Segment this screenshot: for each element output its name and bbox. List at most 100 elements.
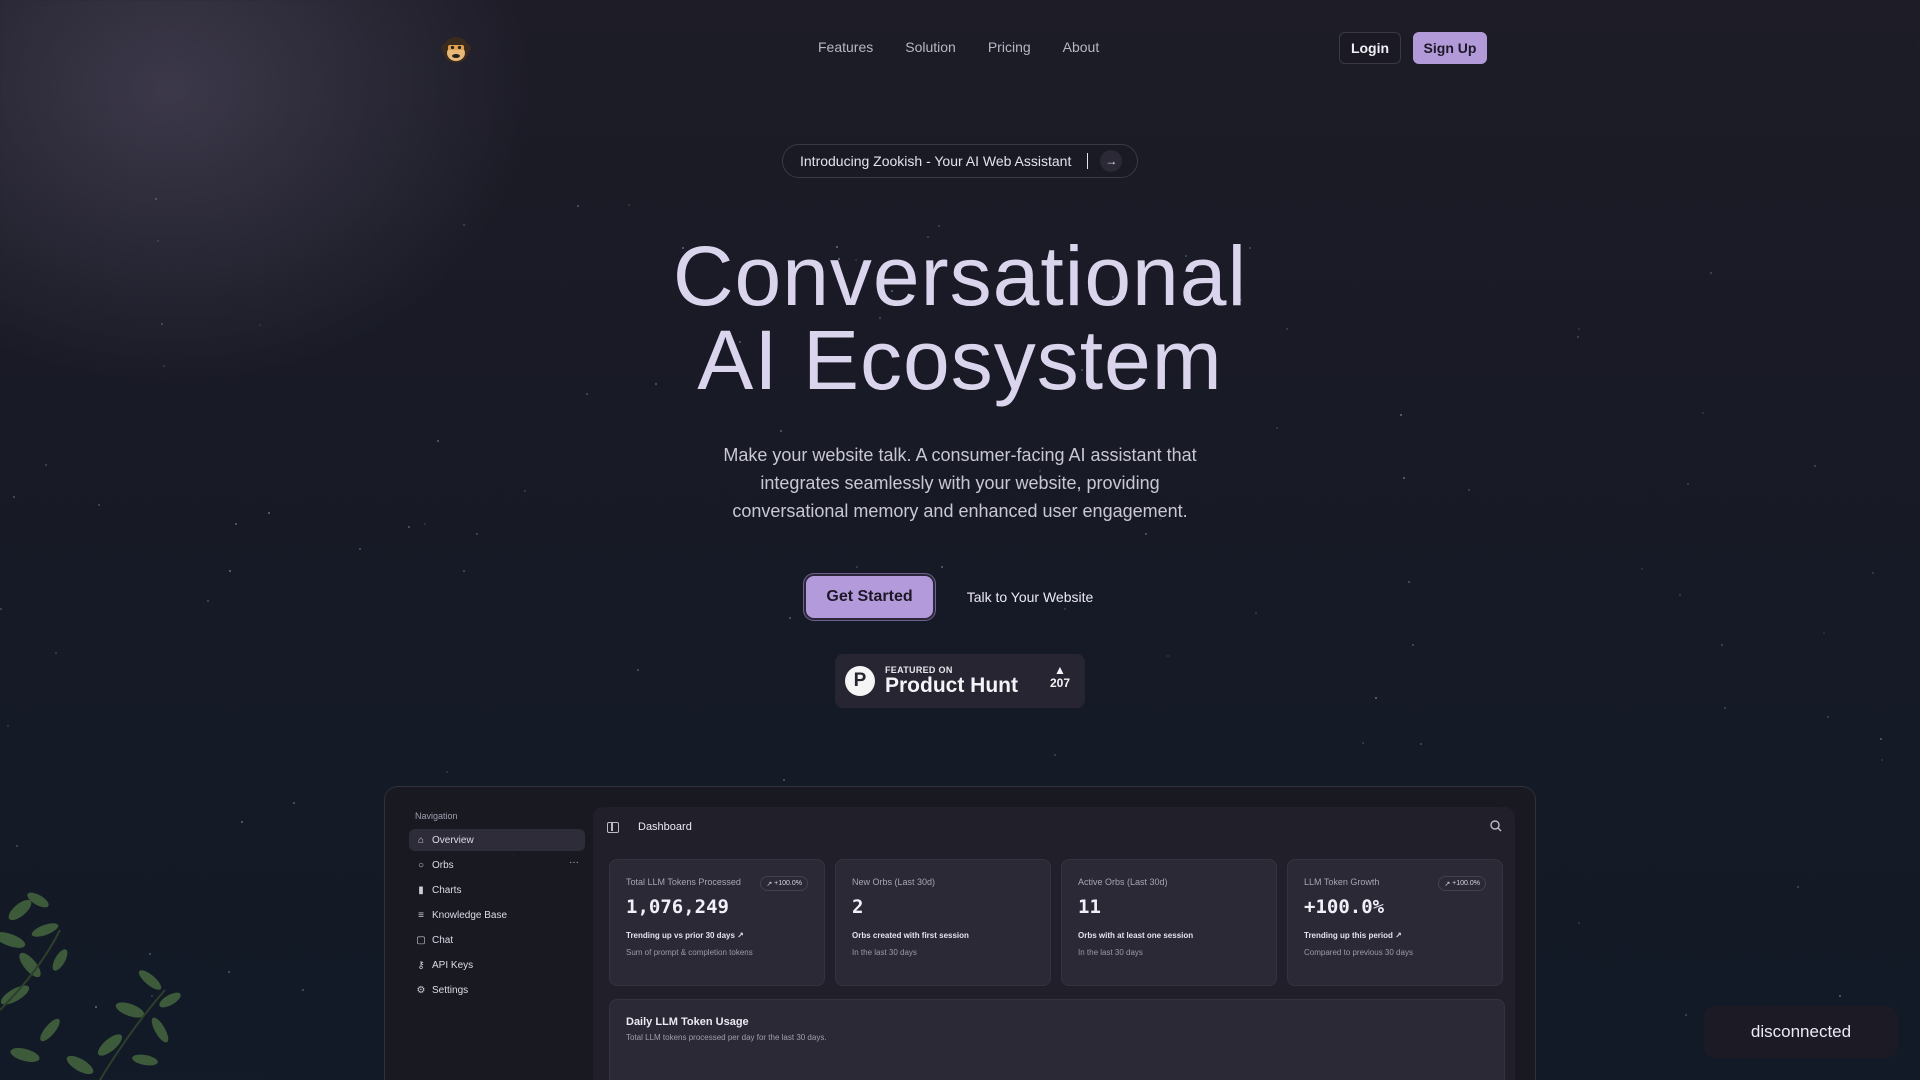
star: [1145, 533, 1147, 535]
get-started-button[interactable]: Get Started: [806, 576, 933, 618]
star: [463, 570, 465, 572]
star: [1412, 644, 1414, 646]
card-value: 11: [1078, 896, 1101, 918]
star: [1679, 594, 1681, 596]
top-navbar: Features Solution Pricing About Login Si…: [0, 28, 1920, 68]
star: [241, 821, 243, 823]
dashboard-main: Dashboard Total LLM Tokens Processed ↗ +…: [593, 807, 1515, 1080]
sidebar-item-orbs[interactable]: ○ Orbs ···: [409, 854, 585, 876]
star: [1468, 489, 1470, 491]
nav-link-pricing[interactable]: Pricing: [988, 39, 1031, 55]
star: [1880, 738, 1882, 740]
announcement-text: Introducing Zookish - Your AI Web Assist…: [800, 153, 1072, 169]
sidebar-item-label: Chat: [432, 934, 454, 946]
star: [1403, 477, 1405, 479]
bar-chart-icon: ▮: [418, 884, 424, 896]
sidebar-item-label: Charts: [432, 884, 462, 896]
star: [1400, 414, 1402, 416]
sidebar-item-label: Knowledge Base: [432, 909, 508, 921]
sidebar-item-knowledge-base[interactable]: ≡ Knowledge Base: [409, 904, 585, 926]
upvote-block: ▲ 207: [1045, 664, 1075, 690]
star: [1687, 483, 1689, 485]
sidebar-item-label: API Keys: [432, 959, 474, 971]
key-icon: ⚷: [417, 959, 425, 971]
star: [155, 198, 157, 200]
star: [1420, 743, 1422, 745]
star: [1255, 612, 1257, 614]
nav-link-solution[interactable]: Solution: [905, 39, 956, 55]
star: [7, 725, 9, 727]
star: [780, 430, 782, 432]
star: [359, 548, 361, 550]
star: [1641, 568, 1643, 570]
connection-status-toast: disconnected: [1704, 1006, 1898, 1058]
card-value: +100.0%: [1304, 896, 1385, 918]
trend-badge: ↗ +100.0%: [1438, 876, 1486, 891]
trending-up-icon: ↗: [1395, 931, 1402, 940]
star: [98, 504, 100, 506]
star: [408, 526, 410, 528]
star: [13, 496, 15, 498]
login-button[interactable]: Login: [1339, 32, 1401, 64]
database-icon: ≡: [418, 909, 424, 921]
circle-icon: ○: [417, 859, 425, 871]
star: [1578, 922, 1580, 924]
signup-button[interactable]: Sign Up: [1413, 32, 1487, 64]
nav-link-about[interactable]: About: [1063, 39, 1100, 55]
plant-decoration: [0, 892, 181, 1080]
star: [938, 225, 940, 227]
nav-link-features[interactable]: Features: [818, 39, 873, 55]
star: [856, 566, 858, 568]
hero-title-line1: Conversational: [672, 229, 1248, 323]
star: [259, 324, 261, 326]
card-value: 2: [852, 896, 864, 918]
sidebar-item-overview[interactable]: ⌂ Overview: [409, 829, 585, 851]
talk-to-website-button[interactable]: Talk to Your Website: [955, 576, 1105, 618]
star: [783, 779, 785, 781]
usage-title: Daily LLM Token Usage: [626, 1016, 749, 1028]
chat-bubble-icon: ▢: [416, 934, 426, 946]
product-hunt-badge[interactable]: P FEATURED ON Product Hunt ▲ 207: [835, 654, 1085, 708]
triangle-up-icon: ▲: [1054, 663, 1066, 677]
sidebar-item-chat[interactable]: ▢ Chat: [409, 929, 585, 951]
arrow-right-icon[interactable]: →: [1100, 150, 1123, 172]
star: [1685, 1014, 1687, 1016]
trending-up-icon: ↗: [1444, 880, 1453, 888]
announcement-pill[interactable]: Introducing Zookish - Your AI Web Assist…: [782, 144, 1138, 178]
sidebar-item-api-keys[interactable]: ⚷ API Keys: [409, 954, 585, 976]
product-hunt-logo-icon: P: [845, 666, 875, 696]
card-caption: Sum of prompt & completion tokens: [626, 948, 753, 957]
more-options-icon[interactable]: ···: [569, 857, 579, 868]
trend-badge: ↗ +100.0%: [760, 876, 808, 891]
stat-card-total-tokens: Total LLM Tokens Processed ↗ +100.0% 1,0…: [609, 859, 825, 986]
star: [1054, 754, 1056, 756]
stat-card-new-orbs: New Orbs (Last 30d) 2 Orbs created with …: [835, 859, 1051, 986]
nav-links: Features Solution Pricing About: [818, 39, 1099, 55]
hero-title-line2: AI Ecosystem: [697, 313, 1223, 407]
sidebar-item-charts[interactable]: ▮ Charts: [409, 879, 585, 901]
star: [1578, 328, 1580, 330]
star: [941, 566, 943, 568]
search-icon[interactable]: [1489, 819, 1503, 833]
dashboard-header: Dashboard: [607, 817, 692, 837]
sidebar-item-label: Settings: [432, 984, 469, 996]
card-value: 1,076,249: [626, 896, 729, 918]
monkey-logo-icon[interactable]: [440, 34, 472, 66]
sidebar-heading: Navigation: [415, 811, 458, 821]
star: [235, 523, 237, 525]
star: [1823, 632, 1825, 634]
card-caption: In the last 30 days: [1078, 948, 1143, 957]
star: [637, 669, 639, 671]
sidebar-item-settings[interactable]: ⚙ Settings: [409, 979, 585, 1001]
star: [1797, 886, 1799, 888]
sidebar-item-label: Overview: [432, 834, 474, 846]
card-caption: Compared to previous 30 days: [1304, 948, 1413, 957]
panel-toggle-icon[interactable]: [607, 821, 619, 833]
star: [0, 608, 2, 610]
star: [1702, 412, 1704, 414]
stat-card-token-growth: LLM Token Growth ↗ +100.0% +100.0% Trend…: [1287, 859, 1503, 986]
star: [1872, 572, 1874, 574]
card-label: New Orbs (Last 30d): [852, 877, 936, 887]
star: [1577, 336, 1579, 338]
card-trend-text: Trending up this period ↗: [1304, 931, 1402, 940]
